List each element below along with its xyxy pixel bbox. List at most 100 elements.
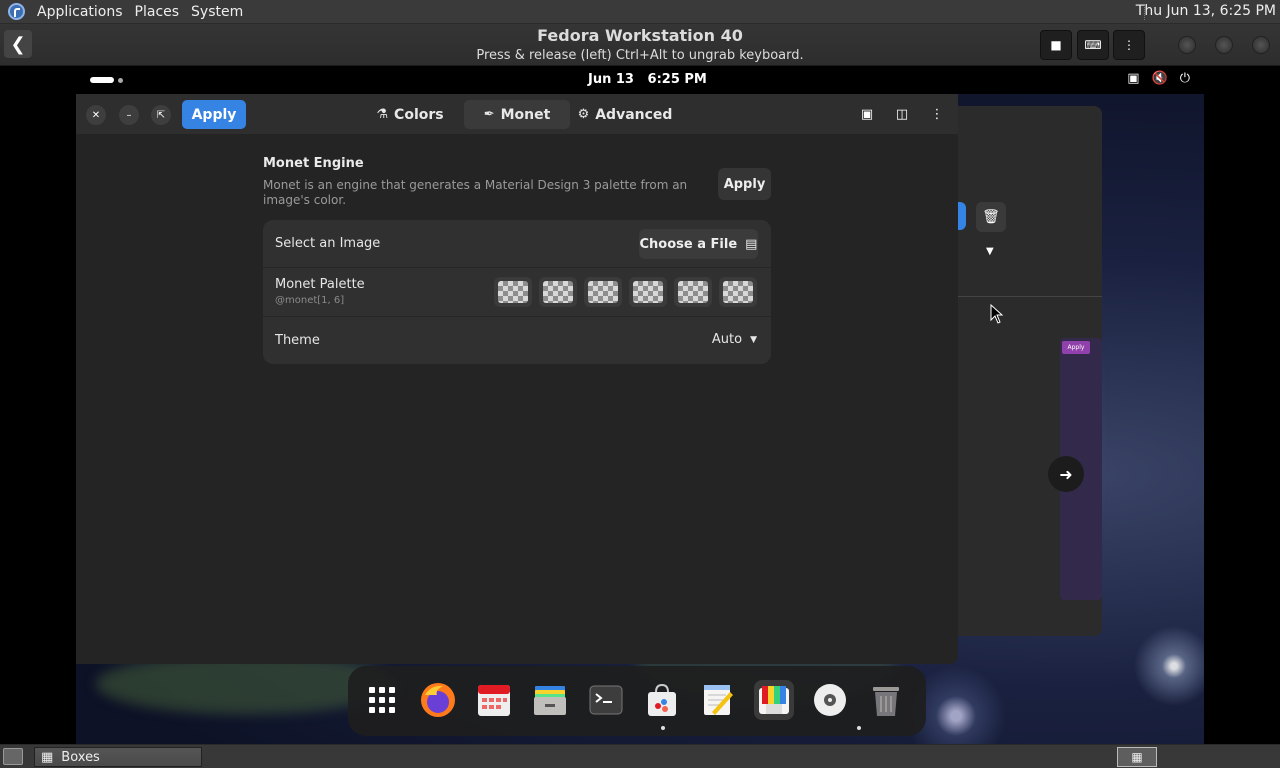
tab-monet[interactable]: ✒ Monet (464, 100, 570, 129)
menu-icon: ⋮ (1123, 38, 1135, 52)
firefox-icon (421, 683, 455, 717)
window-maximize-button[interactable]: ⇱ (151, 105, 171, 125)
monet-page: Monet Engine Monet is an engine that gen… (263, 156, 771, 364)
files-icon (534, 686, 566, 715)
palette-swatch[interactable] (719, 277, 757, 307)
dock-terminal[interactable] (586, 680, 626, 720)
stop-icon: ■ (1050, 38, 1062, 52)
kebab-menu-icon: ⋮ (930, 106, 944, 122)
dock-files[interactable] (530, 680, 570, 720)
workspace-icon: ▦ (1131, 750, 1143, 764)
gradience-icon (759, 686, 789, 714)
menu-applications[interactable]: Applications (37, 4, 123, 20)
menu-button[interactable]: ⋮ (1113, 30, 1145, 60)
power-icon: ⏻ (1179, 71, 1190, 86)
chevron-down-icon[interactable]: ▼ (986, 246, 994, 257)
app-headerbar: ✕ – ⇱ Apply ⚗ Colors ✒ Monet ⚙ Advanced … (76, 94, 958, 134)
keyboard-icon: ⌨ (1084, 38, 1102, 52)
background-window[interactable]: 🗑 ▼ Apply (956, 106, 1102, 636)
dock-gradience[interactable] (754, 680, 794, 720)
row-select-image: Select an Image Choose a File ▤ (263, 220, 771, 268)
fedora-logo-icon[interactable] (8, 3, 25, 20)
show-desktop-button[interactable] (3, 748, 23, 765)
monet-apply-button[interactable]: Apply (718, 168, 771, 200)
close-icon: ✕ (91, 109, 101, 121)
button-label: Choose a File (639, 236, 738, 252)
row-theme[interactable]: Theme Auto ▼ (263, 317, 771, 364)
delete-button[interactable]: 🗑 (976, 202, 1006, 232)
palette-button[interactable]: ◫ (893, 105, 911, 123)
apply-button[interactable]: Apply (182, 100, 246, 129)
taskbar-boxes[interactable]: ▦ Boxes (34, 747, 202, 767)
row-sublabel: @monet[1, 6] (275, 295, 345, 306)
dock-trash[interactable] (866, 680, 906, 720)
menu-places[interactable]: Places (135, 4, 180, 20)
tab-colors[interactable]: ⚗ Colors (368, 100, 452, 129)
dock-disks[interactable] (810, 680, 850, 720)
chevron-down-icon: ▼ (750, 334, 757, 345)
palette-swatch[interactable] (674, 277, 712, 307)
mini-apply-button: Apply (1062, 341, 1090, 354)
dock-firefox[interactable] (418, 680, 458, 720)
brush-icon: ⚗ (376, 107, 389, 122)
menu-system[interactable]: System (191, 4, 243, 20)
arrow-right-icon: ➜ (1059, 464, 1073, 484)
vm-display[interactable]: Jun 13 6:25 PM ▣ 🔇 ⏻ 🗑 ▼ Apply ➜ ✕ – ⇱ A… (76, 66, 1204, 744)
mouse-cursor-icon (990, 304, 1004, 324)
gnome-clock[interactable]: Jun 13 6:25 PM (588, 72, 707, 87)
window-minimize-button[interactable]: – (119, 105, 139, 125)
host-clock[interactable]: Thu Jun 13, 6:25 PM (1136, 3, 1276, 19)
close-button[interactable] (1252, 36, 1270, 54)
host-menu-bar: Applications Places System (8, 3, 243, 20)
tab-label: Monet (500, 106, 551, 123)
settings-card: Select an Image Choose a File ▤ Monet Pa… (263, 220, 771, 364)
keyboard-button[interactable]: ⌨ (1077, 30, 1109, 60)
disks-icon (814, 684, 846, 716)
system-status-area[interactable]: ▣ 🔇 ⏻ (1127, 71, 1190, 86)
choose-file-button[interactable]: Choose a File ▤ (639, 229, 758, 259)
next-arrow-button[interactable]: ➜ (1048, 456, 1084, 492)
theme-value: Auto (711, 332, 743, 347)
minimize-icon: – (126, 109, 132, 121)
app-grid-icon (369, 687, 395, 713)
app-menu-button[interactable]: ⋮ (928, 105, 946, 123)
maximize-icon: ⇱ (156, 109, 166, 121)
image-icon: ▤ (745, 236, 758, 252)
gear-icon: ⚙ (577, 107, 590, 122)
palette-swatch[interactable] (629, 277, 667, 307)
calendar-icon (478, 685, 510, 716)
activities-button[interactable] (90, 77, 123, 83)
tab-label: Colors (394, 106, 444, 123)
pen-icon: ✒ (483, 107, 495, 122)
maximize-button[interactable] (1215, 36, 1233, 54)
dock-text-editor[interactable] (698, 680, 738, 720)
trash-icon: 🗑 (982, 209, 1000, 225)
trash-icon (873, 687, 899, 716)
theme-dropdown[interactable]: Auto ▼ (712, 332, 757, 347)
palette-swatch[interactable] (494, 277, 532, 307)
host-top-panel: Applications Places System Thu Jun 13, 6… (0, 0, 1280, 24)
palette-swatch[interactable] (539, 277, 577, 307)
window-close-button[interactable]: ✕ (86, 105, 106, 125)
terminal-icon (589, 685, 623, 715)
workspace-indicator-active (90, 77, 114, 83)
minimize-button[interactable] (1178, 36, 1196, 54)
tab-advanced[interactable]: ⚙ Advanced (577, 100, 673, 129)
dock-calendar[interactable] (474, 680, 514, 720)
section-description: Monet is an engine that generates a Mate… (263, 178, 688, 207)
text-editor-icon (704, 685, 733, 715)
boxes-headerbar: ❮ Fedora Workstation 40 Press & release … (0, 24, 1280, 66)
row-label: Theme (275, 333, 320, 348)
tab-label: Advanced (595, 106, 673, 123)
workspace-switcher[interactable]: ▦ (1117, 747, 1157, 767)
presets-button[interactable]: ▣ (858, 105, 876, 123)
dock-software[interactable] (642, 680, 682, 720)
task-label: Boxes (61, 749, 100, 765)
running-indicator (857, 726, 861, 730)
palette-icon: ◫ (895, 106, 909, 122)
screen-icon: ▣ (1127, 71, 1140, 86)
clock-time: 6:25 PM (647, 72, 707, 87)
palette-swatch[interactable] (584, 277, 622, 307)
show-apps-button[interactable] (362, 680, 402, 720)
stop-button[interactable]: ■ (1040, 30, 1072, 60)
